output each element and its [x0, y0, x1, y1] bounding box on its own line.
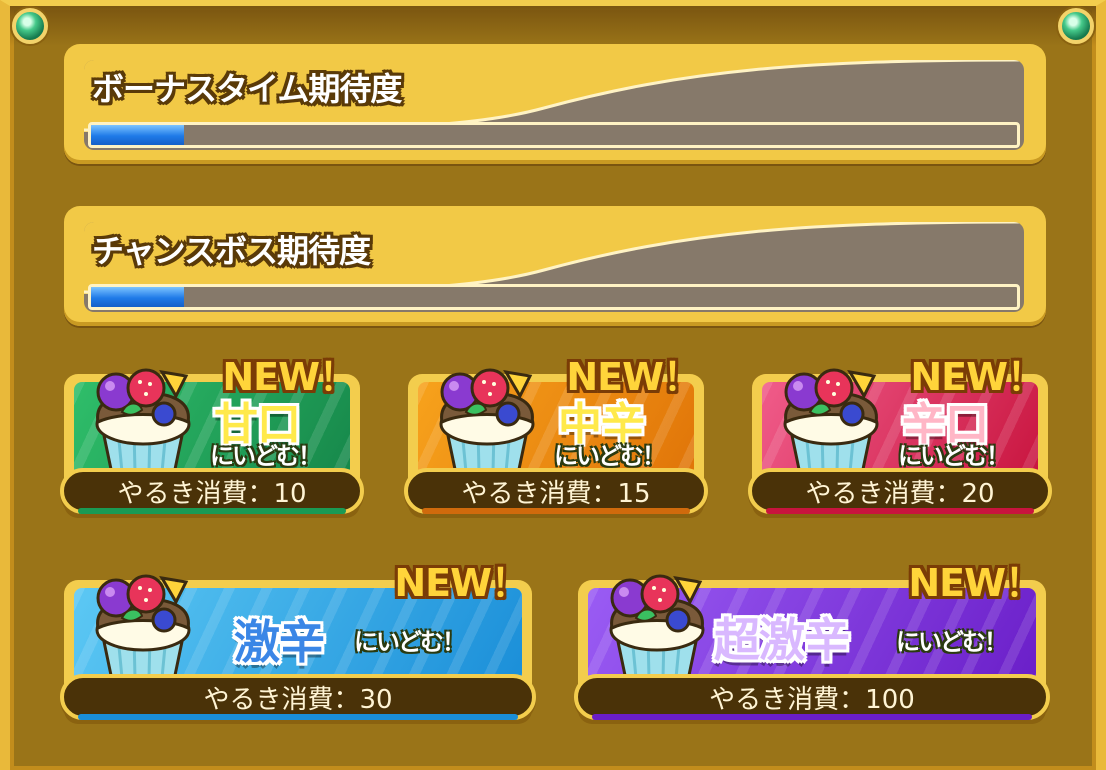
progress-fill	[91, 125, 184, 145]
motivation-cost-label: やるき消費：15	[461, 478, 651, 509]
cupcake-icon	[602, 568, 712, 684]
meter-title: チャンスボス期待度	[92, 232, 371, 270]
new-badge: NEW！	[394, 561, 529, 605]
cupcake-icon	[776, 362, 886, 478]
challenge-label: にいどむ！	[898, 442, 1010, 470]
new-badge: NEW！	[908, 561, 1043, 605]
motivation-cost-label: やるき消費：10	[117, 478, 307, 509]
progress-bar	[88, 122, 1020, 148]
new-badge: NEW！	[910, 355, 1045, 399]
button-color-strip	[766, 508, 1034, 514]
difficulty-label: 激辛	[234, 615, 325, 669]
difficulty-button-chogekikara[interactable]: 超激辛 にいどむ！ NEW！ やるき消費：100	[574, 561, 1050, 728]
cupcake-icon	[88, 362, 198, 478]
motivation-cost-label: やるき消費：30	[203, 684, 393, 715]
difficulty-button-chukara[interactable]: 中辛 にいどむ！ NEW！ やるき消費：15	[404, 355, 708, 522]
challenge-label: にいどむ！	[554, 442, 666, 470]
corner-gem-icon	[1058, 8, 1094, 44]
difficulty-label: 超激辛	[714, 613, 850, 667]
button-color-strip	[78, 714, 518, 720]
bonus-time-meter: ボーナスタイム期待度	[64, 44, 1046, 164]
progress-bar	[88, 284, 1020, 310]
difficulty-button-karakuchi[interactable]: 辛口 にいどむ！ NEW！ やるき消費：20	[748, 355, 1052, 522]
motivation-cost-label: やるき消費：100	[709, 684, 915, 715]
corner-gem-icon	[12, 8, 48, 44]
difficulty-button-gekikara[interactable]: 激辛 にいどむ！ NEW！ やるき消費：30	[60, 561, 536, 728]
challenge-label: にいどむ！	[210, 442, 322, 470]
button-color-strip	[592, 714, 1032, 720]
new-badge: NEW！	[566, 355, 701, 399]
cupcake-icon	[88, 568, 198, 684]
button-color-strip	[422, 508, 690, 514]
motivation-cost-label: やるき消費：20	[805, 478, 995, 509]
cupcake-icon	[432, 362, 542, 478]
challenge-label: にいどむ！	[354, 628, 466, 656]
chance-boss-meter: チャンスボス期待度	[64, 206, 1046, 326]
button-color-strip	[78, 508, 346, 514]
progress-fill	[91, 287, 184, 307]
difficulty-button-amakuchi[interactable]: 甘口 にいどむ！ NEW！ やるき消費：10	[60, 355, 364, 522]
challenge-label: にいどむ！	[896, 628, 1008, 656]
meter-title: ボーナスタイム期待度	[92, 70, 402, 108]
new-badge: NEW！	[222, 355, 357, 399]
